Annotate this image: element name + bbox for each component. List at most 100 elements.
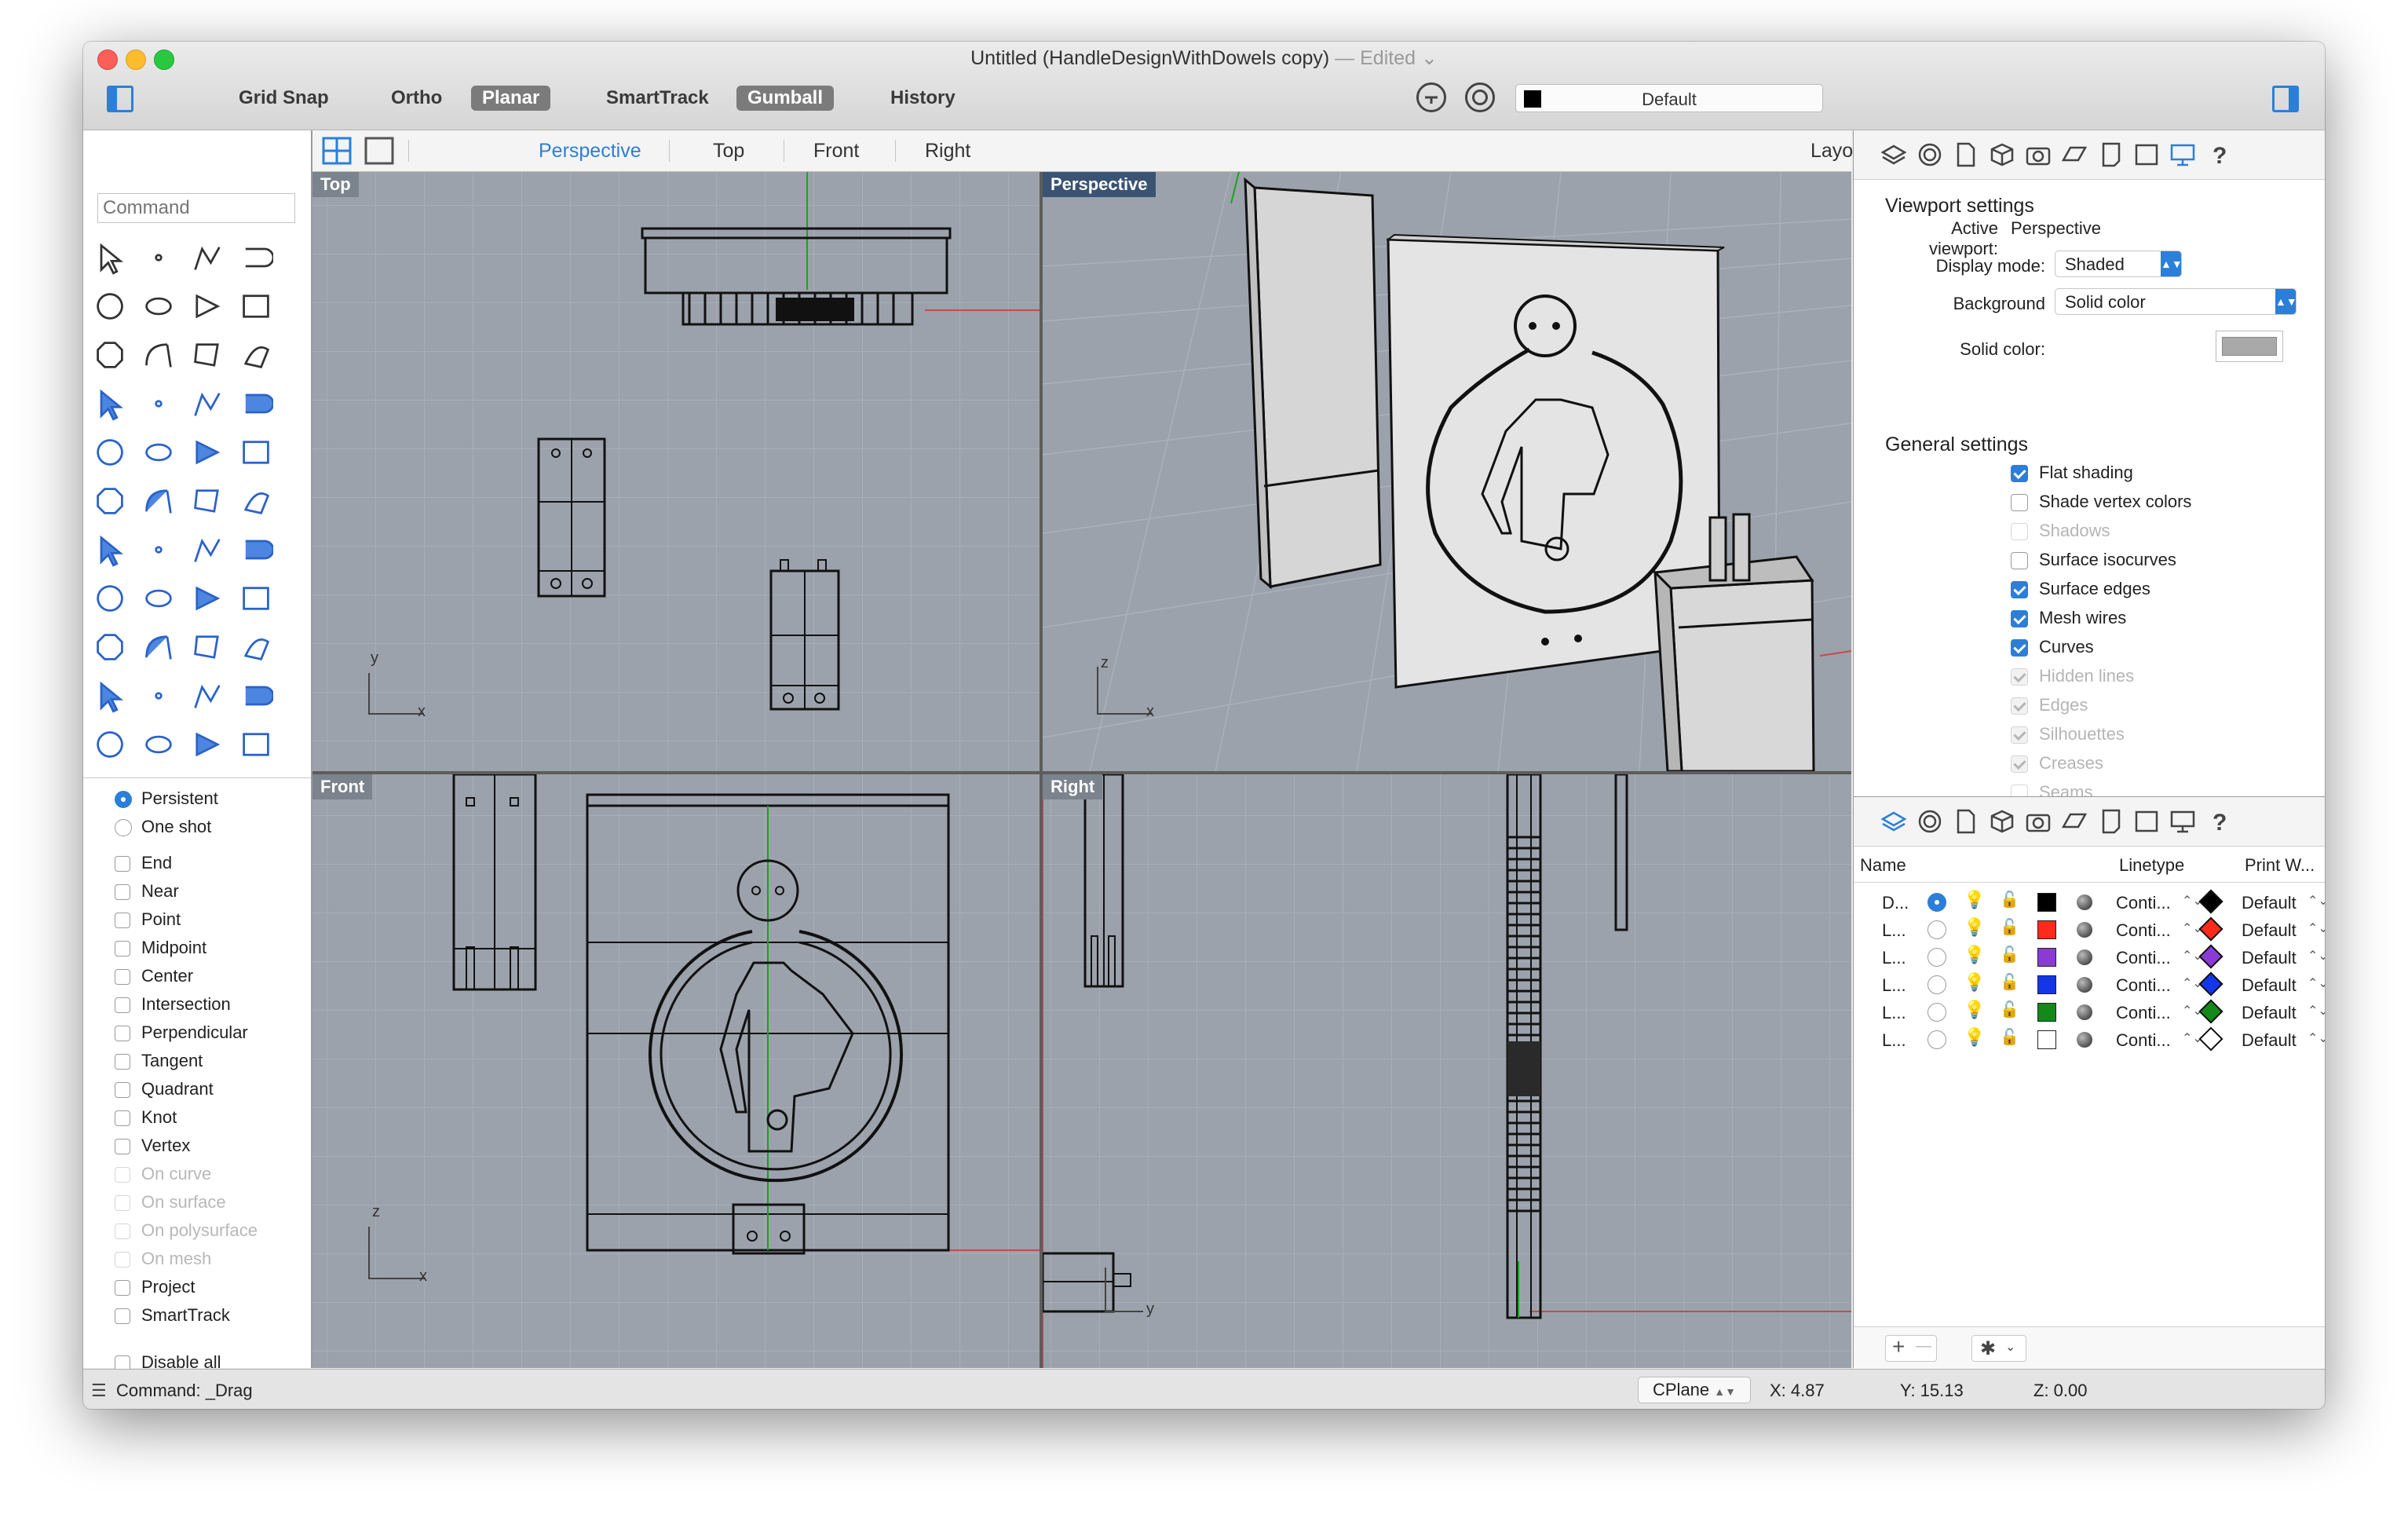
layer-row[interactable]: L... 💡 🔓 Conti... ⌃⌄ Default ⌃⌄: [1854, 971, 2325, 999]
layer-color-swatch[interactable]: [2037, 948, 2056, 967]
layer-print-width[interactable]: Default: [2242, 893, 2297, 913]
layer-name[interactable]: L...: [1882, 920, 1906, 941]
stepper-icon[interactable]: ⌃⌄: [2308, 975, 2325, 991]
tool-11-icon[interactable]: [190, 338, 225, 372]
gumball-align-icon[interactable]: [1416, 82, 1446, 112]
stepper-icon[interactable]: ⌃⌄: [2308, 893, 2325, 909]
tool-28-icon[interactable]: [239, 532, 273, 567]
add-layer-button[interactable]: +: [1892, 1334, 1905, 1359]
named-views-icon[interactable]: [2133, 141, 2160, 168]
environment-icon[interactable]: [2061, 808, 2088, 835]
tool-32-icon[interactable]: [239, 581, 273, 616]
lightbulb-icon[interactable]: 💡: [1964, 972, 1985, 993]
current-layer-radio[interactable]: [1927, 893, 1946, 912]
tool-23-icon[interactable]: [190, 484, 225, 518]
layer-print-width[interactable]: Default: [2242, 1003, 2297, 1023]
current-layer-radio[interactable]: [1927, 920, 1946, 939]
tool-9-icon[interactable]: [93, 338, 127, 372]
tool-42-icon[interactable]: [141, 727, 176, 762]
layer-color-swatch[interactable]: [2037, 1003, 2056, 1022]
stepper-icon[interactable]: ⌃⌄: [2308, 920, 2325, 936]
four-viewport-layout-icon[interactable]: [322, 137, 352, 165]
solid-color-swatch[interactable]: [2216, 331, 2283, 362]
object-properties-icon[interactable]: [1989, 808, 2015, 835]
display-icon[interactable]: [2169, 808, 2196, 835]
layers-icon[interactable]: [1880, 808, 1907, 835]
tool-26-icon[interactable]: [141, 532, 176, 567]
command-history-icon[interactable]: ☰: [91, 1381, 107, 1401]
help-icon[interactable]: ?: [2205, 808, 2232, 835]
toggle-left-sidebar-icon[interactable]: [107, 86, 133, 112]
tool-38-icon[interactable]: [141, 679, 176, 713]
layer-name[interactable]: L...: [1882, 1003, 1906, 1023]
tool-33-icon[interactable]: [93, 630, 127, 664]
toggle-right-sidebar-icon[interactable]: [2272, 86, 2299, 112]
single-viewport-layout-icon[interactable]: [364, 137, 394, 165]
material-sphere-icon[interactable]: [2077, 949, 2092, 965]
osnap-toggle-icon[interactable]: [1465, 82, 1495, 112]
material-sphere-icon[interactable]: [2077, 1032, 2092, 1048]
lightbulb-icon[interactable]: 💡: [1964, 1000, 1985, 1020]
tool-25-icon[interactable]: [93, 532, 127, 567]
column-name[interactable]: Name: [1860, 855, 1906, 876]
tool-44-icon[interactable]: [239, 727, 273, 762]
display-mode-select[interactable]: Shaded ▲▼: [2055, 251, 2183, 277]
grid-snap-button[interactable]: Grid Snap: [228, 86, 340, 111]
tool-35-icon[interactable]: [190, 630, 225, 664]
layer-options-button[interactable]: ✱ ⌄: [1971, 1335, 2026, 1362]
tool-8-icon[interactable]: [239, 289, 273, 324]
tool-39-icon[interactable]: [190, 679, 225, 713]
tool-40-icon[interactable]: [239, 679, 273, 713]
layer-color-swatch[interactable]: [2037, 975, 2056, 994]
lock-icon[interactable]: 🔓: [2000, 972, 2019, 992]
tool-4-icon[interactable]: [239, 240, 273, 275]
help-icon[interactable]: ?: [2205, 141, 2232, 168]
tool-30-icon[interactable]: [141, 581, 176, 616]
tool-36-icon[interactable]: [239, 630, 273, 664]
tool-15-icon[interactable]: [190, 386, 225, 421]
display-icon[interactable]: [2169, 141, 2196, 168]
tool-19-icon[interactable]: [190, 435, 225, 470]
edited-indicator[interactable]: — Edited ⌄: [1335, 47, 1438, 69]
cplane-select[interactable]: CPlane ▲▼: [1638, 1377, 1751, 1403]
current-layer-radio[interactable]: [1927, 1030, 1946, 1049]
tool-6-icon[interactable]: [141, 289, 176, 324]
tool-34-icon[interactable]: [141, 630, 176, 664]
tool-7-icon[interactable]: [190, 289, 225, 324]
background-select[interactable]: Solid color ▲▼: [2055, 288, 2297, 315]
lock-icon[interactable]: 🔓: [2000, 1027, 2019, 1047]
lock-icon[interactable]: 🔓: [2000, 917, 2019, 937]
layer-color-swatch[interactable]: [2037, 893, 2056, 912]
lightbulb-icon[interactable]: 💡: [1964, 917, 1985, 938]
tool-29-icon[interactable]: [93, 581, 127, 616]
layer-linetype[interactable]: Conti...: [2116, 948, 2171, 968]
object-properties-icon[interactable]: [1989, 141, 2015, 168]
lightbulb-icon[interactable]: 💡: [1964, 1027, 1985, 1048]
tool-14-icon[interactable]: [141, 386, 176, 421]
viewport-label-right[interactable]: Right: [1043, 774, 1103, 799]
viewport-top[interactable]: y x Top: [312, 172, 1040, 771]
tool-24-icon[interactable]: [239, 484, 273, 518]
tool-31-icon[interactable]: [190, 581, 225, 616]
stepper-icon[interactable]: ⌃⌄: [2308, 1003, 2325, 1019]
material-icon[interactable]: [1917, 808, 1943, 835]
tool-13-icon[interactable]: [93, 386, 127, 421]
tool-22-icon[interactable]: [141, 484, 176, 518]
smarttrack-button[interactable]: SmartTrack: [595, 86, 720, 111]
layer-row[interactable]: L... 💡 🔓 Conti... ⌃⌄ Default ⌃⌄: [1854, 916, 2325, 944]
layer-print-width[interactable]: Default: [2242, 1030, 2297, 1051]
lock-icon[interactable]: 🔓: [2000, 945, 2019, 964]
material-icon[interactable]: [1917, 141, 1943, 168]
layer-linetype[interactable]: Conti...: [2116, 893, 2171, 913]
command-input[interactable]: [97, 193, 295, 223]
ortho-button[interactable]: Ortho: [380, 86, 453, 111]
notes-icon[interactable]: [2097, 141, 2124, 168]
layer-linetype[interactable]: Conti...: [2116, 920, 2171, 941]
history-button[interactable]: History: [879, 86, 966, 111]
tool-41-icon[interactable]: [93, 727, 127, 762]
layer-row[interactable]: L... 💡 🔓 Conti... ⌃⌄ Default ⌃⌄: [1854, 944, 2325, 971]
tool-27-icon[interactable]: [190, 532, 225, 567]
tool-2-icon[interactable]: [141, 240, 176, 275]
remove-layer-button[interactable]: —: [1916, 1337, 1931, 1355]
tool-20-icon[interactable]: [239, 435, 273, 470]
